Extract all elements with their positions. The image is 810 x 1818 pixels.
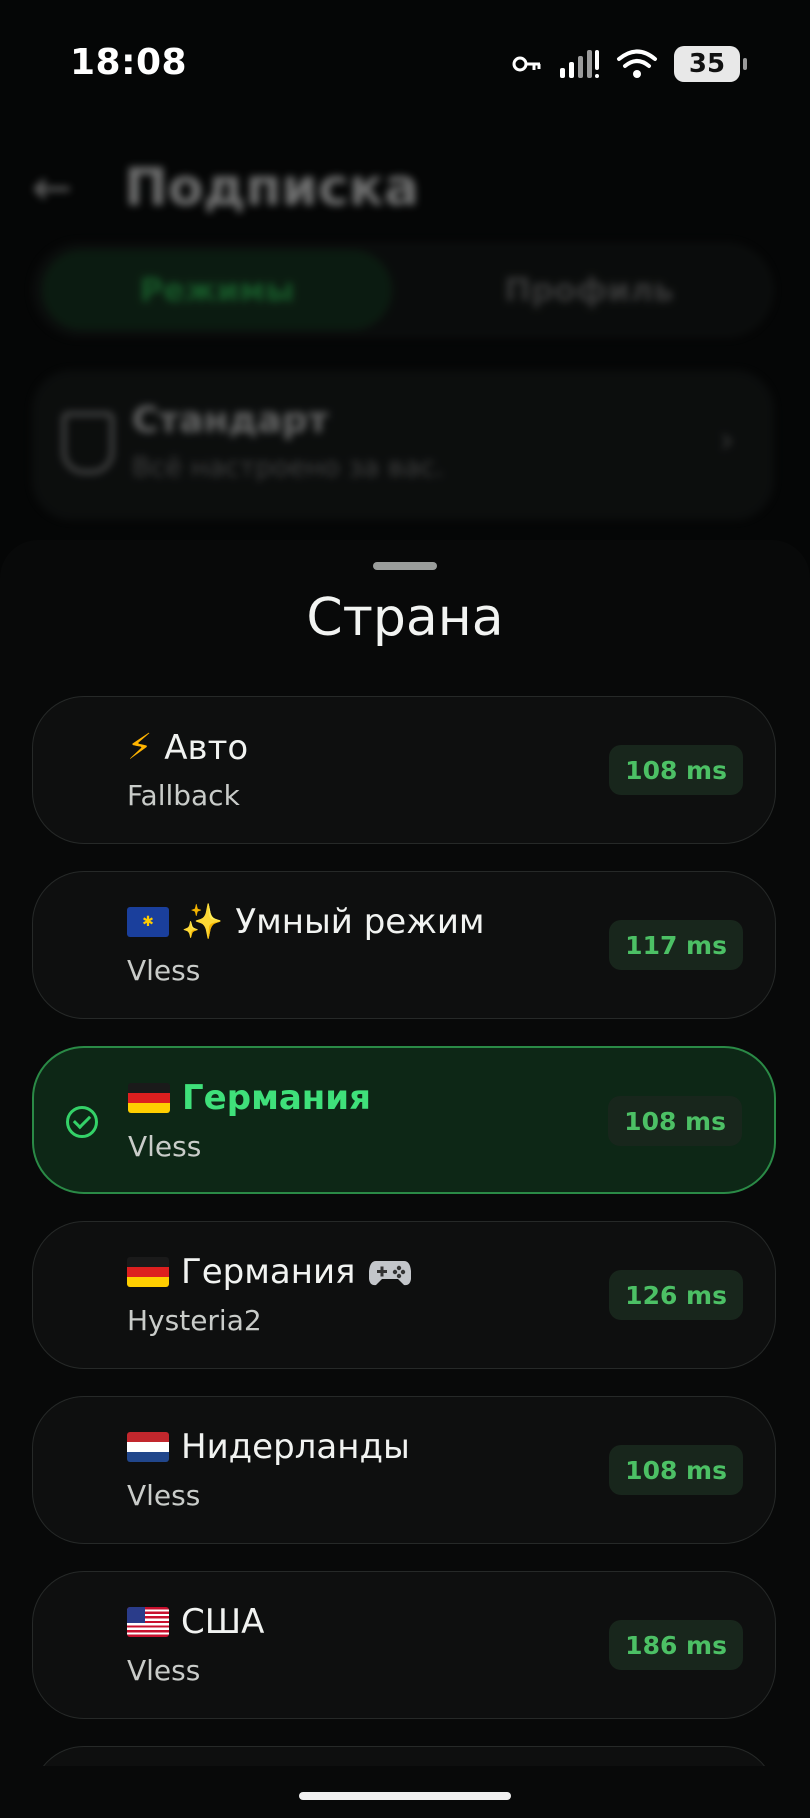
signal-icon xyxy=(560,50,599,78)
wifi-icon xyxy=(617,49,657,78)
tab-modes[interactable]: Режимы xyxy=(42,250,392,330)
germany-flag-icon xyxy=(128,1083,170,1113)
battery-indicator: 35 xyxy=(674,46,747,82)
item-name: США xyxy=(181,1602,265,1642)
tab-profile[interactable]: Профиль xyxy=(414,250,764,330)
eu-flag-icon: ✱ xyxy=(127,907,169,937)
item-protocol: Hysteria2 xyxy=(127,1304,262,1337)
sparkles-icon: ✨ xyxy=(181,902,224,942)
shield-icon xyxy=(62,412,114,474)
ping-badge: 108 ms xyxy=(608,1096,742,1146)
gamepad-icon xyxy=(368,1261,411,1286)
status-time: 18:08 xyxy=(70,42,188,83)
list-item-partial[interactable] xyxy=(32,1746,776,1766)
country-list[interactable]: ⚡ Авто Fallback 108 ms ✱ ✨ Умный режим V… xyxy=(32,696,778,1766)
lightning-icon: ⚡ xyxy=(127,727,153,768)
item-protocol: Vless xyxy=(128,1130,202,1163)
usa-flag-icon xyxy=(127,1607,169,1637)
list-item-germany-gaming[interactable]: Германия Hysteria2 126 ms xyxy=(32,1221,776,1369)
ping-badge: 117 ms xyxy=(609,920,743,970)
item-name: Германия xyxy=(182,1078,371,1118)
country-sheet: Страна ⚡ Авто Fallback 108 ms ✱ ✨ Умный … xyxy=(0,540,810,1818)
ping-badge: 186 ms xyxy=(609,1620,743,1670)
item-protocol: Fallback xyxy=(127,779,240,812)
background-screen: ← Подписка Режимы Профиль Стандарт Всё н… xyxy=(0,130,810,610)
page-title: Подписка xyxy=(124,158,420,218)
home-indicator[interactable] xyxy=(299,1792,511,1800)
mode-tabs: Режимы Профиль xyxy=(32,242,774,338)
ping-badge: 108 ms xyxy=(609,1445,743,1495)
back-arrow-icon[interactable]: ← xyxy=(32,160,72,216)
item-protocol: Vless xyxy=(127,1479,201,1512)
item-name: Нидерланды xyxy=(181,1427,410,1467)
item-protocol: Vless xyxy=(127,1654,201,1687)
standard-mode-card[interactable]: Стандарт Всё настроено за вас. › xyxy=(32,370,774,520)
card-title: Стандарт xyxy=(132,400,329,441)
item-name: Умный режим xyxy=(235,902,485,942)
card-subtitle: Всё настроено за вас. xyxy=(132,452,444,483)
netherlands-flag-icon xyxy=(127,1432,169,1462)
list-item-smart-mode[interactable]: ✱ ✨ Умный режим Vless 117 ms xyxy=(32,871,776,1019)
list-item-netherlands[interactable]: Нидерланды Vless 108 ms xyxy=(32,1396,776,1544)
vpn-key-icon xyxy=(512,56,541,72)
item-name: Авто xyxy=(164,727,249,768)
list-item-auto[interactable]: ⚡ Авто Fallback 108 ms xyxy=(32,696,776,844)
list-item-germany-selected[interactable]: Германия Vless 108 ms xyxy=(32,1046,776,1194)
check-circle-icon xyxy=(66,1106,98,1138)
ping-badge: 108 ms xyxy=(609,745,743,795)
status-bar: 18:08 35 xyxy=(0,0,810,130)
sheet-drag-handle[interactable] xyxy=(373,562,437,570)
germany-flag-icon xyxy=(127,1257,169,1287)
item-protocol: Vless xyxy=(127,954,201,987)
sheet-title: Страна xyxy=(306,588,504,648)
item-name: Германия xyxy=(181,1252,356,1292)
list-item-usa[interactable]: США Vless 186 ms xyxy=(32,1571,776,1719)
background-header: ← Подписка xyxy=(32,158,419,218)
chevron-right-icon: › xyxy=(719,420,734,461)
status-icons: 35 xyxy=(512,46,747,82)
ping-badge: 126 ms xyxy=(609,1270,743,1320)
